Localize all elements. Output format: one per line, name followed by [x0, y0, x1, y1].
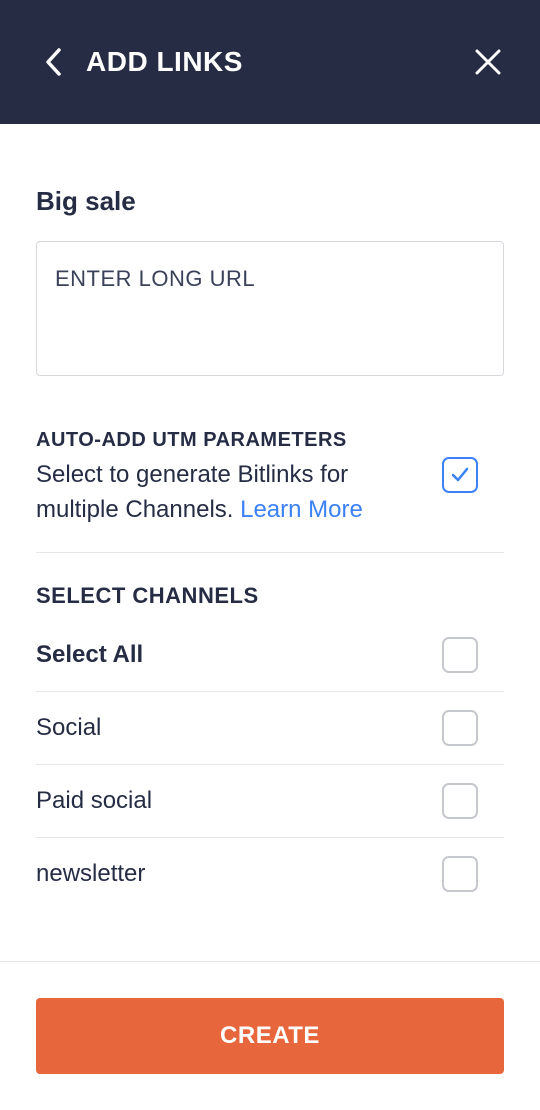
content: Big sale AUTO-ADD UTM PARAMETERS Select … — [0, 124, 540, 910]
channel-name: Paid social — [36, 787, 152, 815]
select-all-checkbox[interactable] — [442, 637, 478, 673]
close-icon[interactable] — [474, 48, 502, 76]
select-all-label: Select All — [36, 641, 143, 669]
utm-section: AUTO-ADD UTM PARAMETERS Select to genera… — [36, 429, 504, 553]
utm-text: AUTO-ADD UTM PARAMETERS Select to genera… — [36, 429, 422, 528]
page-title: ADD LINKS — [86, 46, 243, 78]
utm-row: AUTO-ADD UTM PARAMETERS Select to genera… — [36, 429, 504, 528]
channel-name: newsletter — [36, 860, 145, 888]
channel-checkbox[interactable] — [442, 856, 478, 892]
channels-section: SELECT CHANNELS Select All Social Paid s… — [36, 583, 504, 910]
channels-label: SELECT CHANNELS — [36, 583, 504, 609]
channel-row: newsletter — [36, 838, 504, 910]
channel-name: Social — [36, 714, 101, 742]
channel-checkbox[interactable] — [442, 783, 478, 819]
utm-checkbox[interactable] — [442, 457, 478, 493]
utm-label: AUTO-ADD UTM PARAMETERS — [36, 429, 422, 452]
select-all-row: Select All — [36, 619, 504, 692]
channel-row: Paid social — [36, 765, 504, 838]
utm-description: Select to generate Bitlinks for multiple… — [36, 458, 422, 528]
header: ADD LINKS — [0, 0, 540, 124]
channel-row: Social — [36, 692, 504, 765]
campaign-title: Big sale — [36, 186, 504, 217]
create-button[interactable]: CREATE — [36, 998, 504, 1074]
header-left: ADD LINKS — [44, 46, 243, 78]
back-icon[interactable] — [44, 47, 62, 77]
learn-more-link[interactable]: Learn More — [240, 496, 363, 523]
footer: CREATE — [0, 961, 540, 1110]
url-input[interactable] — [36, 241, 504, 376]
channel-checkbox[interactable] — [442, 710, 478, 746]
